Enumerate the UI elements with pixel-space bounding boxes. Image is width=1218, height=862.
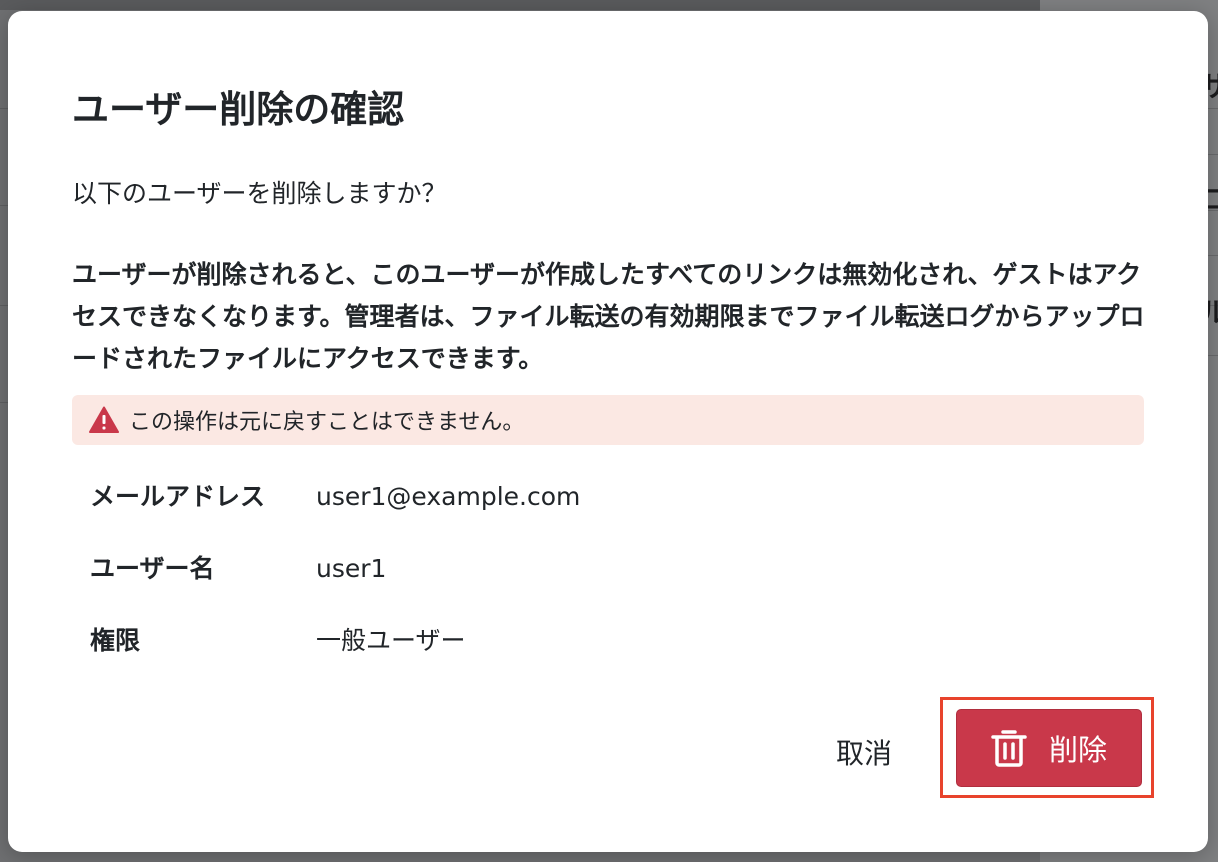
deletion-consequence-text: ユーザーが削除されると、このユーザーが作成したすべてのリンクは無効化され、ゲスト…: [72, 260, 1145, 373]
username-label: ユーザー名: [90, 554, 215, 583]
email-label: メールアドレス: [90, 482, 266, 511]
background-topbar: [0, 0, 1218, 10]
email-value: user1@example.com: [316, 482, 581, 511]
delete-button-label: 削除: [1048, 733, 1107, 767]
delete-button[interactable]: 削除: [956, 709, 1142, 787]
role-value: 一般ユーザー: [316, 626, 466, 655]
delete-user-dialog: ユーザー削除の確認 以下のユーザーを削除しますか？ ユーザーが削除されると、この…: [8, 11, 1208, 852]
dialog-title: ユーザー削除の確認: [72, 88, 405, 131]
username-value: user1: [316, 554, 387, 583]
role-label: 権限: [90, 626, 141, 655]
cancel-button[interactable]: 取消: [808, 727, 920, 777]
alert-text: この操作は元に戻すことはできません。: [129, 410, 525, 435]
trash-icon: [991, 728, 1027, 768]
warning-triangle-icon: [89, 406, 119, 434]
irreversible-alert: この操作は元に戻すことはできません。: [72, 395, 1144, 445]
confirmation-question: 以下のユーザーを削除しますか？: [72, 179, 447, 208]
